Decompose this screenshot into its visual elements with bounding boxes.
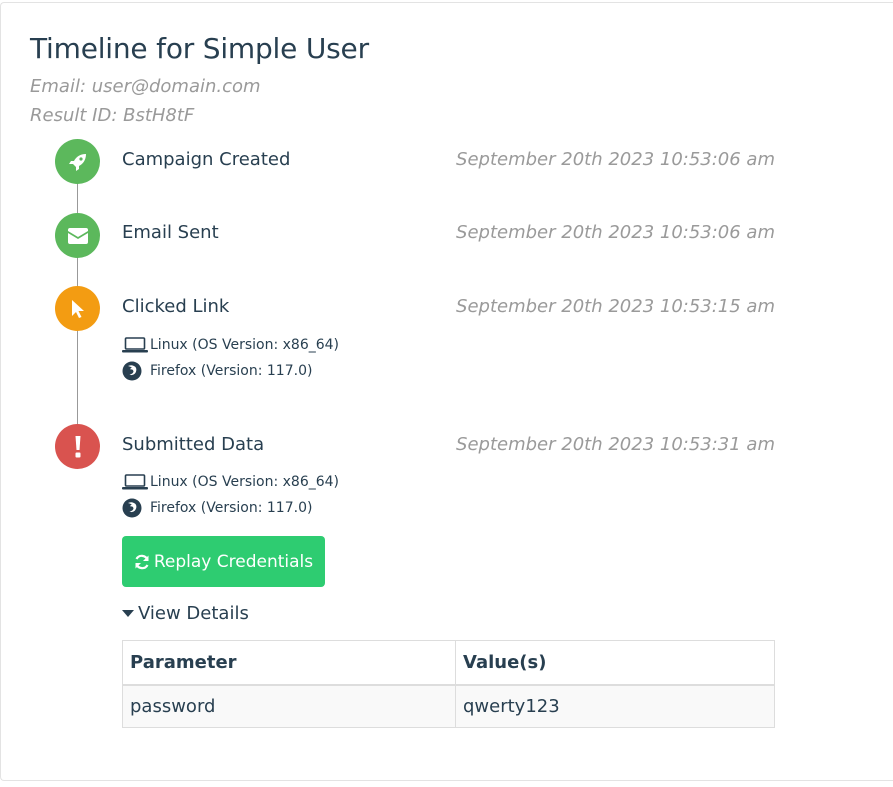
view-details-label: View Details (138, 603, 249, 624)
table-header-row: Parameter Value(s) (122, 640, 775, 686)
event-date: September 20th 2023 10:53:06 am (456, 149, 775, 170)
column-header-parameter: Parameter (122, 640, 456, 686)
os-label: Linux (OS Version: x86_64) (150, 474, 340, 490)
firefox-icon (122, 498, 150, 518)
parameter-cell: password (122, 684, 456, 728)
event-title: Submitted Data (122, 434, 265, 455)
result-id: Result ID: BstH8tF (30, 105, 195, 126)
event-title: Campaign Created (122, 149, 291, 170)
event-title: Email Sent (122, 222, 219, 243)
os-label: Linux (OS Version: x86_64) (150, 337, 340, 353)
event-date: September 20th 2023 10:53:15 am (456, 296, 775, 317)
value-cell: qwerty123 (455, 684, 775, 728)
rocket-icon (55, 139, 100, 184)
view-details-toggle[interactable]: View Details (122, 603, 249, 624)
browser-label: Firefox (Version: 117.0) (150, 363, 313, 379)
mouse-pointer-icon (55, 286, 100, 331)
table-row: password qwerty123 (122, 684, 775, 728)
browser-detail: Firefox (Version: 117.0) (122, 498, 313, 518)
user-email: Email: user@domain.com (30, 76, 261, 97)
envelope-icon (55, 213, 100, 258)
replay-credentials-button[interactable]: Replay Credentials (122, 536, 325, 587)
event-date: September 20th 2023 10:53:06 am (456, 222, 775, 243)
event-date: September 20th 2023 10:53:31 am (456, 434, 775, 455)
exclamation-icon (55, 424, 100, 469)
browser-detail: Firefox (Version: 117.0) (122, 361, 313, 381)
submitted-data-table: Parameter Value(s) password qwerty123 (122, 640, 775, 728)
page-title: Timeline for Simple User (30, 32, 369, 65)
browser-label: Firefox (Version: 117.0) (150, 500, 313, 516)
firefox-icon (122, 361, 150, 381)
caret-down-icon (122, 610, 134, 617)
refresh-icon (135, 554, 149, 569)
laptop-icon (122, 336, 150, 354)
column-header-values: Value(s) (455, 640, 775, 686)
os-detail: Linux (OS Version: x86_64) (122, 473, 339, 491)
event-title: Clicked Link (122, 296, 230, 317)
os-detail: Linux (OS Version: x86_64) (122, 336, 339, 354)
replay-button-label: Replay Credentials (153, 551, 314, 572)
laptop-icon (122, 473, 150, 491)
